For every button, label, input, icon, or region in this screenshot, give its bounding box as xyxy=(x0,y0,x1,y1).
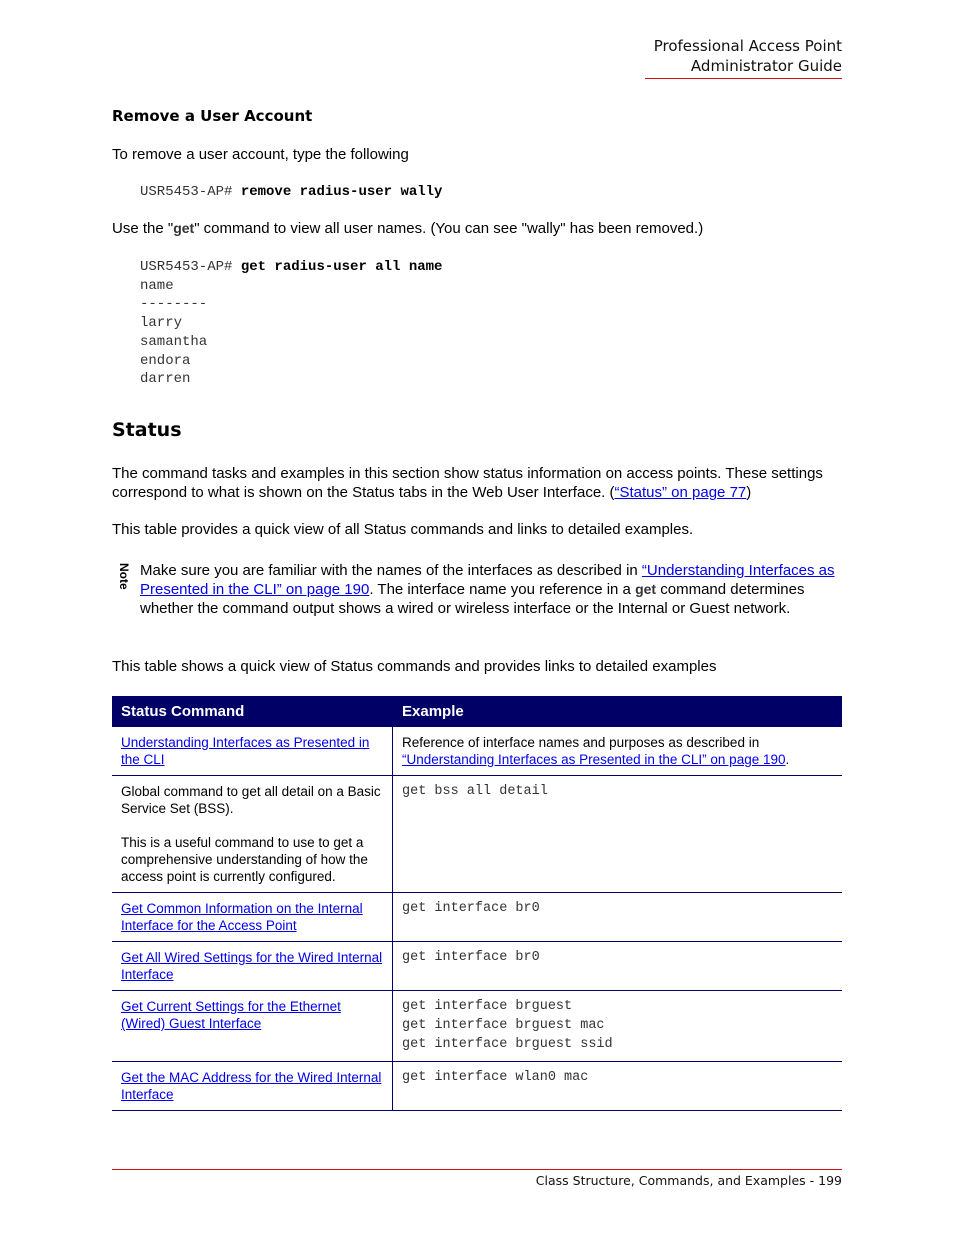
page-footer: Class Structure, Commands, and Examples … xyxy=(535,1173,842,1188)
get-keyword: get xyxy=(173,220,195,236)
command-link[interactable]: Get the MAC Address for the Wired Intern… xyxy=(121,1070,381,1102)
cli-prompt: USR5453-AP# xyxy=(140,259,241,275)
output-line: darren xyxy=(140,371,191,388)
status-page-link[interactable]: “Status” on page 77 xyxy=(615,484,747,501)
command-cell: Get All Wired Settings for the Wired Int… xyxy=(112,941,393,991)
output-line: name xyxy=(140,277,174,294)
command-link[interactable]: Understanding Interfaces as Presented in… xyxy=(121,735,369,767)
get-instruction: Use the "get" command to view all user n… xyxy=(112,219,703,238)
output-line: larry xyxy=(140,315,183,332)
output-line: samantha xyxy=(140,333,208,350)
table-row: Understanding Interfaces as Presented in… xyxy=(112,727,842,776)
get-keyword: get xyxy=(635,581,657,597)
example-command: get interface brguest xyxy=(402,999,573,1014)
example-command: get interface br0 xyxy=(402,950,540,965)
remove-user-heading: Remove a User Account xyxy=(112,107,313,125)
note-text: Make sure you are familiar with the name… xyxy=(140,561,846,618)
example-cell: get interface brguest get interface brgu… xyxy=(392,990,842,1062)
table-row: Global command to get all detail on a Ba… xyxy=(112,775,842,893)
header-title-line1: Professional Access Point xyxy=(653,37,842,55)
example-command: get interface br0 xyxy=(402,901,540,916)
header-rule xyxy=(645,78,842,79)
status-heading: Status xyxy=(112,419,182,441)
note-label: Note xyxy=(116,563,132,597)
example-text: Reference of interface names and purpose… xyxy=(402,735,760,750)
status-commands-table: Status Command Example Understanding Int… xyxy=(112,696,842,1111)
status-para2: This table provides a quick view of all … xyxy=(112,521,694,538)
cli-prompt: USR5453-AP# xyxy=(140,184,241,200)
command-link[interactable]: Get Current Settings for the Ethernet (W… xyxy=(121,999,341,1031)
example-cell: get interface wlan0 mac xyxy=(392,1061,842,1111)
command-cell: Global command to get all detail on a Ba… xyxy=(112,775,393,893)
command-link[interactable]: Get All Wired Settings for the Wired Int… xyxy=(121,950,382,982)
output-line: endora xyxy=(140,352,191,369)
command-link[interactable]: Get Common Information on the Internal I… xyxy=(121,901,363,933)
command-cell: Understanding Interfaces as Presented in… xyxy=(112,727,393,776)
note-text-mid: . The interface name you reference in a xyxy=(369,581,636,598)
status-para3: This table shows a quick view of Status … xyxy=(112,658,717,675)
footer-rule xyxy=(112,1169,842,1170)
status-para1-end: ) xyxy=(746,484,752,501)
remove-command: USR5453-AP# remove radius-user wally xyxy=(140,183,442,202)
note-text-pre: Make sure you are familiar with the name… xyxy=(140,562,642,579)
cli-command: get radius-user all name xyxy=(240,259,443,275)
remove-intro: To remove a user account, type the follo… xyxy=(112,146,409,163)
command-cell: Get the MAC Address for the Wired Intern… xyxy=(112,1061,393,1111)
table-row: Get All Wired Settings for the Wired Int… xyxy=(112,941,842,991)
example-cell: Reference of interface names and purpose… xyxy=(392,727,842,776)
command-cell: Get Current Settings for the Ethernet (W… xyxy=(112,990,393,1062)
header-title-line2: Administrator Guide xyxy=(690,57,842,75)
example-link[interactable]: “Understanding Interfaces as Presented i… xyxy=(402,752,786,767)
example-text-end: . xyxy=(785,752,790,767)
note-label-text: Note xyxy=(117,563,131,590)
table-row: Get Common Information on the Internal I… xyxy=(112,892,842,942)
get-instruction-post: " command to view all user names. (You c… xyxy=(194,220,704,237)
table-row: Get Current Settings for the Ethernet (W… xyxy=(112,990,842,1062)
column-header-example: Example xyxy=(392,696,842,727)
cli-command: remove radius-user wally xyxy=(240,184,443,200)
example-cell: get interface br0 xyxy=(392,941,842,991)
example-command: get interface brguest mac xyxy=(402,1018,605,1033)
example-command: get bss all detail xyxy=(402,784,548,799)
column-header-status-command: Status Command xyxy=(112,696,393,727)
table-row: Get the MAC Address for the Wired Intern… xyxy=(112,1061,842,1111)
running-header: Professional Access Point Administrator … xyxy=(645,36,842,76)
example-cell: get bss all detail xyxy=(392,775,842,893)
command-description: This is a useful command to use to get a… xyxy=(121,835,368,884)
output-line: -------- xyxy=(140,296,208,313)
command-description: Global command to get all detail on a Ba… xyxy=(121,784,381,816)
get-instruction-pre: Use the " xyxy=(112,220,174,237)
get-command-block: USR5453-AP# get radius-user all name nam… xyxy=(140,258,442,389)
example-command: get interface wlan0 mac xyxy=(402,1070,589,1085)
command-cell: Get Common Information on the Internal I… xyxy=(112,892,393,942)
status-para1: The command tasks and examples in this s… xyxy=(112,464,842,502)
example-command: get interface brguest ssid xyxy=(402,1037,613,1052)
table-header-row: Status Command Example xyxy=(112,696,842,727)
example-cell: get interface br0 xyxy=(392,892,842,942)
